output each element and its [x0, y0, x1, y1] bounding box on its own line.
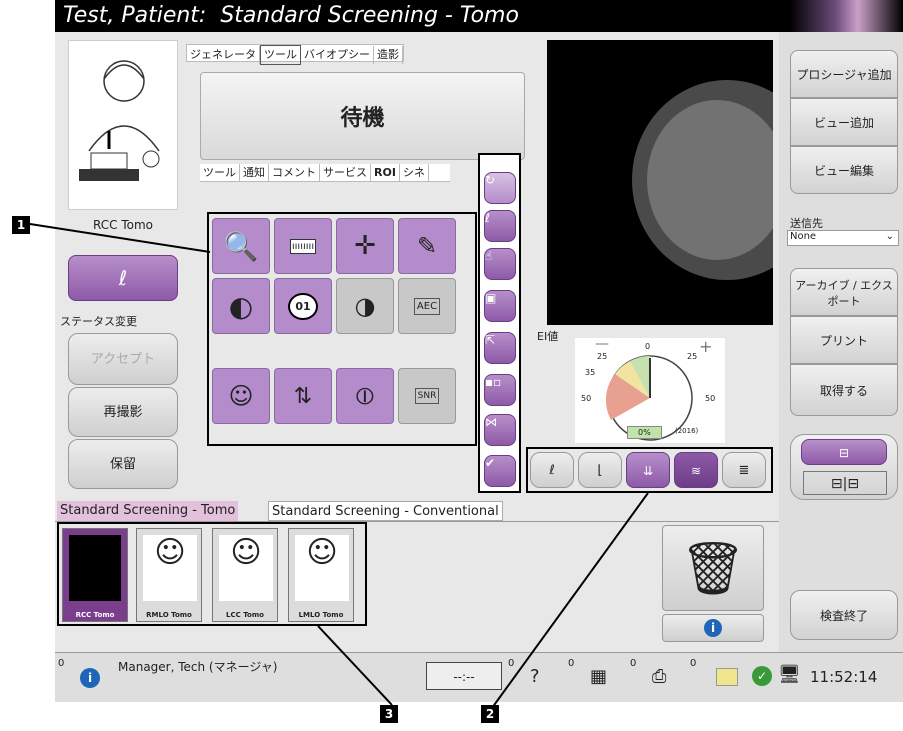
callout-1: 1 [12, 216, 30, 234]
callout-lines [29, 223, 649, 709]
callout-3: 3 [380, 705, 398, 723]
callout-2: 2 [481, 705, 499, 723]
